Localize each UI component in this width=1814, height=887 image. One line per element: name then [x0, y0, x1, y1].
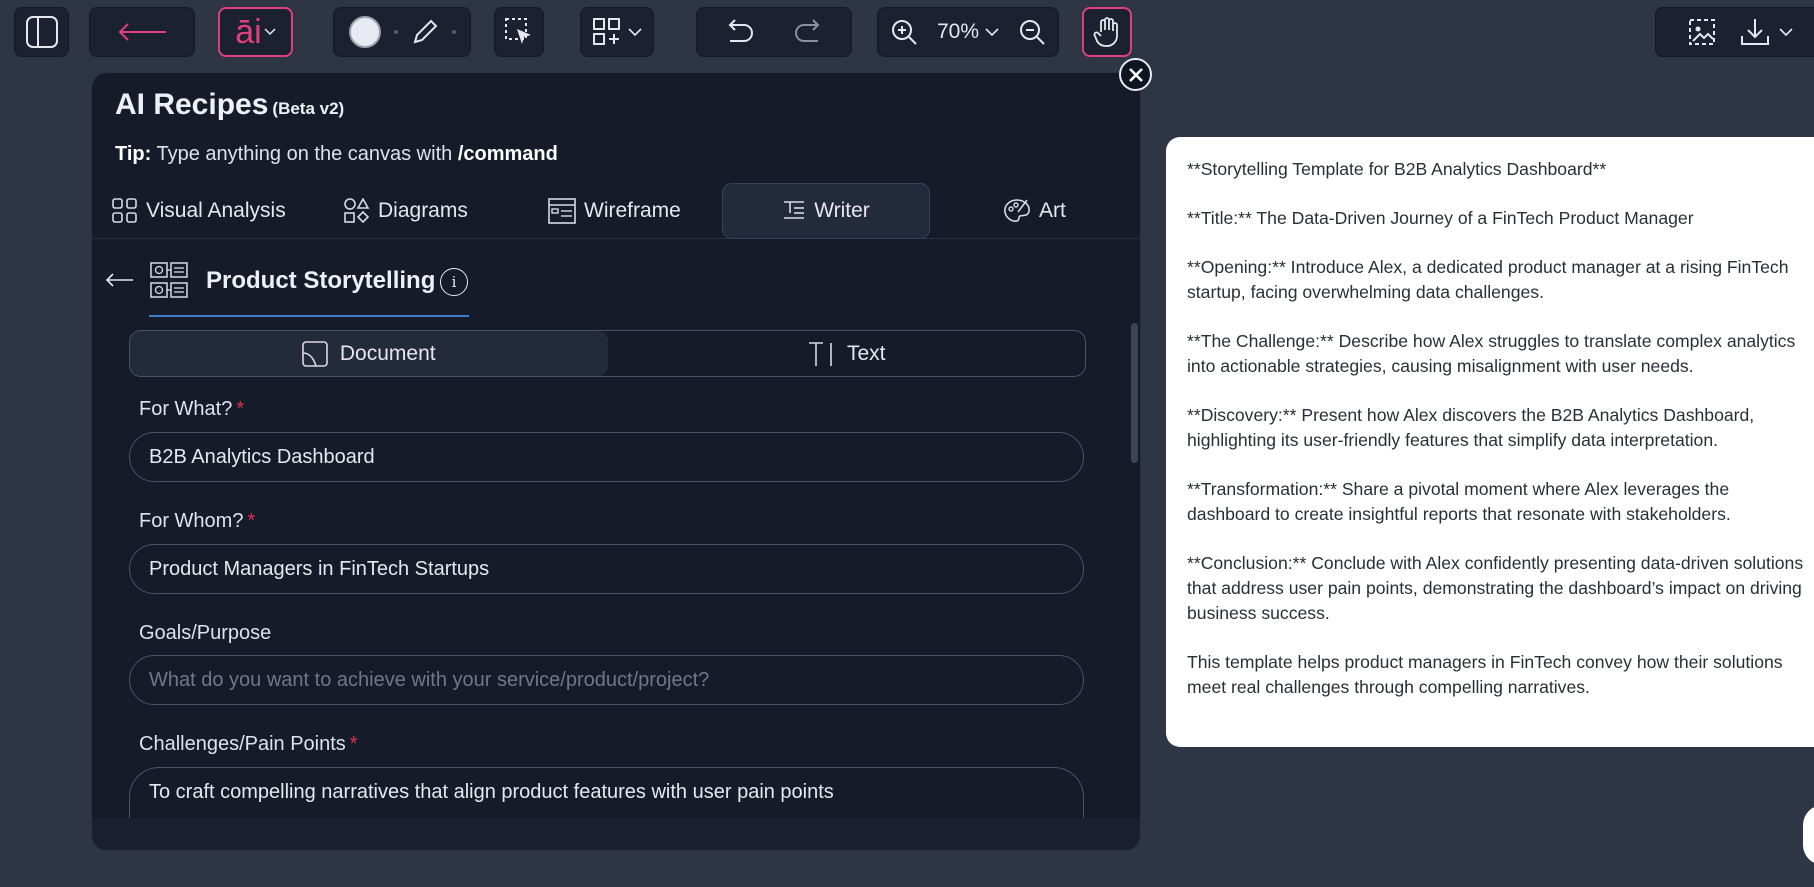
recipe-underline — [149, 315, 469, 317]
output-paragraph: **Discovery:** Present how Alex discover… — [1187, 405, 1755, 450]
pen-tool-button[interactable] — [410, 8, 440, 56]
separator-dot — [452, 30, 456, 34]
zoom-out-button[interactable] — [1018, 8, 1046, 56]
sidebar-toggle-button[interactable] — [14, 7, 69, 57]
zoom-level: 70% — [936, 20, 980, 43]
goals-input[interactable]: What do you want to achieve with your se… — [129, 655, 1084, 705]
category-tabs: Visual Analysis Diagrams Wireframe Write… — [92, 183, 1140, 239]
writer-icon — [784, 201, 805, 219]
ai-menu-button[interactable]: ā̄i — [218, 7, 293, 57]
goals-label: Goals/Purpose — [139, 622, 272, 644]
output-paragraph: **Conclusion:** Conclude with Alex confi… — [1187, 553, 1804, 623]
beta-badge: (Beta v2) — [272, 99, 345, 118]
ai-recipes-panel: AI Recipes (Beta v2) Tip: Type anything o… — [91, 72, 1141, 851]
export-group — [1655, 7, 1814, 57]
document-icon — [302, 340, 328, 367]
zoom-out-icon — [1020, 20, 1045, 45]
redo-icon — [795, 19, 820, 42]
shapes-icon — [344, 198, 370, 224]
hand-tool-button[interactable] — [1082, 7, 1132, 57]
close-icon — [1128, 67, 1143, 82]
for-what-input[interactable]: B2B Analytics Dashboard — [129, 432, 1084, 482]
tip-line: Tip: Type anything on the canvas with /c… — [115, 143, 558, 165]
download-button[interactable] — [1739, 8, 1793, 56]
output-paragraph: **Transformation:** Share a pivotal mome… — [1187, 479, 1731, 524]
separator-dot — [394, 30, 398, 34]
color-picker-button[interactable] — [348, 8, 382, 56]
generated-text-card[interactable]: **Storytelling Template for B2B Analytic… — [1166, 137, 1814, 747]
undo-icon — [728, 19, 753, 42]
pen-icon — [413, 19, 438, 44]
wireframe-icon — [548, 198, 576, 224]
select-tool-button[interactable] — [494, 7, 544, 57]
grid-icon — [112, 198, 137, 223]
output-paragraph: This template helps product managers in … — [1187, 652, 1783, 697]
palette-icon — [1004, 199, 1030, 222]
undo-button[interactable] — [722, 8, 754, 56]
tab-visual-analysis[interactable]: Visual Analysis — [112, 183, 286, 239]
output-paragraph: **The Challenge:** Describe how Alex str… — [1187, 331, 1796, 376]
hand-icon — [1093, 17, 1118, 47]
recipe-info-button[interactable]: i — [440, 268, 468, 296]
chevron-down-icon — [628, 27, 642, 36]
download-icon — [1741, 19, 1769, 45]
ai-icon: ā̄i — [235, 13, 262, 51]
capture-image-icon — [1689, 19, 1715, 45]
output-paragraph: **Storytelling Template for B2B Analytic… — [1187, 159, 1607, 179]
storytelling-recipe-icon — [150, 262, 188, 298]
color-swatch-icon — [349, 16, 381, 48]
chevron-down-icon — [1779, 27, 1793, 36]
for-whom-label: For Whom? * — [139, 510, 256, 532]
tab-art[interactable]: Art — [1003, 183, 1066, 239]
sidebar-panel-icon — [25, 16, 58, 48]
select-cursor-icon — [505, 18, 531, 44]
arrow-left-icon — [118, 23, 166, 41]
chat-bubble-button[interactable] — [1803, 805, 1814, 865]
panel-scrollbar[interactable] — [1131, 323, 1138, 463]
mode-document[interactable]: Document — [130, 331, 608, 376]
panel-footer — [92, 818, 1140, 850]
output-paragraph: **Opening:** Introduce Alex, a dedicated… — [1187, 257, 1789, 302]
challenges-label: Challenges/Pain Points * — [139, 733, 358, 755]
chevron-down-icon — [985, 27, 999, 36]
tab-wireframe[interactable]: Wireframe — [548, 183, 681, 239]
insert-menu-button[interactable] — [580, 7, 654, 57]
close-panel-button[interactable] — [1119, 58, 1152, 91]
zoom-in-button[interactable] — [890, 8, 918, 56]
arrow-left-icon — [105, 273, 133, 287]
redo-button[interactable] — [794, 8, 826, 56]
output-mode-toggle: Document Text — [129, 330, 1086, 377]
drawing-tools-group — [333, 7, 471, 57]
add-elements-icon — [593, 18, 620, 45]
text-cursor-icon — [808, 341, 832, 366]
mode-text[interactable]: Text — [608, 331, 1086, 376]
back-button[interactable] — [89, 7, 195, 57]
for-what-label: For What? * — [139, 398, 245, 420]
panel-title: AI Recipes (Beta v2) — [115, 88, 345, 121]
zoom-in-icon — [892, 20, 917, 45]
tab-diagrams[interactable]: Diagrams — [344, 183, 468, 239]
recipe-back-button[interactable] — [104, 273, 134, 292]
recipe-name: Product Storytelling — [206, 267, 436, 294]
screenshot-button[interactable] — [1687, 8, 1717, 56]
output-paragraph: **Title:** The Data-Driven Journey of a … — [1187, 208, 1694, 228]
zoom-group: 70% — [877, 7, 1059, 57]
for-whom-input[interactable]: Product Managers in FinTech Startups — [129, 544, 1084, 594]
chevron-down-icon — [264, 28, 276, 36]
recipe-header: Product Storytelling i — [92, 251, 1140, 321]
history-group — [696, 7, 852, 57]
info-icon: i — [451, 273, 457, 291]
tab-writer[interactable]: Writer — [722, 183, 930, 239]
zoom-level-select[interactable]: 70% — [937, 8, 999, 56]
